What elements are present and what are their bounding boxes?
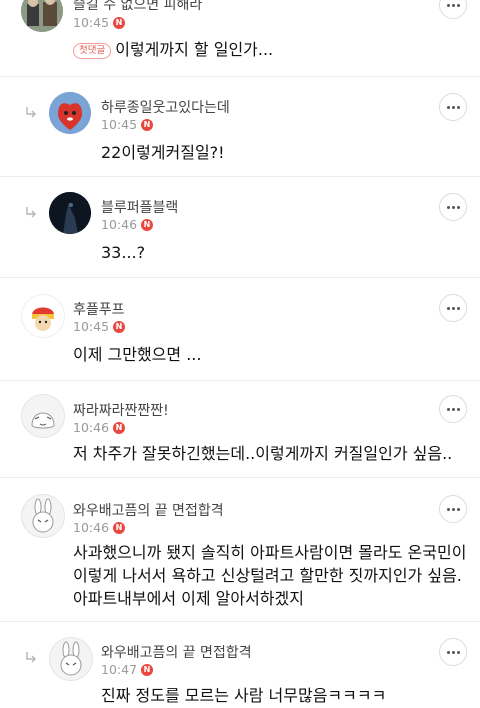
comment-body: 첫댓글 이렇게까지 할 일인가...: [73, 39, 273, 60]
comment-meta: 10:46 N: [73, 520, 126, 535]
new-badge: N: [141, 218, 154, 231]
comment-text-line: 아파트내부에서 이제 알아서하겠지: [73, 589, 304, 608]
avatar[interactable]: [21, 394, 65, 438]
comment-item: 짜라짜라짠짠짠! 10:46 N 저 차주가 잘못하긴했는데..이렇게까지 커질…: [0, 381, 480, 477]
comment-author[interactable]: 후플푸프: [73, 299, 125, 319]
more-options-button[interactable]: [439, 395, 467, 423]
comment-time: 10:46: [73, 420, 110, 435]
comment-author[interactable]: 하루종일웃고있다는데: [101, 97, 230, 117]
more-horizontal-icon: [446, 3, 450, 7]
new-badge: N: [113, 16, 126, 29]
reply-arrow-icon: [26, 207, 36, 218]
comment-reply: 하루종일웃고있다는데 10:45 N 22이렇게커질일?!: [0, 77, 480, 175]
comment-time: 10:47: [101, 662, 138, 677]
avatar[interactable]: [49, 192, 91, 234]
avatar[interactable]: [21, 494, 65, 538]
new-badge: N: [141, 663, 154, 676]
new-badge: N: [141, 118, 154, 131]
comment-author[interactable]: 와우배고픔의 끝 면접합격: [73, 500, 224, 520]
comment-text: 저 차주가 잘못하긴했는데..이렇게까지 커질일인가 싶음..: [73, 444, 453, 463]
comment-meta: 10:45 N: [73, 319, 126, 334]
new-badge: N: [113, 421, 126, 434]
more-options-button[interactable]: [439, 193, 467, 221]
comment-text-line: 이렇게 나서서 욕하고 신상털려고 할만한 짓까지인가 싶음.: [73, 566, 462, 585]
avatar[interactable]: [49, 637, 93, 681]
more-horizontal-icon: [446, 650, 450, 654]
comment-text-line: 사과했으니까 됐지 솔직히 아파트사람이면 몰라도 온국민이: [73, 543, 467, 562]
comment-time: 10:45: [73, 15, 110, 30]
comment-item: 와우배고픔의 끝 면접합격 10:46 N 사과했으니까 됐지 솔직히 아파트사…: [0, 478, 480, 621]
comment-item: 후플푸프 10:45 N 이제 그만했으면 ...: [0, 278, 480, 380]
avatar[interactable]: [21, 0, 63, 32]
comment-time: 10:45: [73, 319, 110, 334]
comment-text: 22이렇게커질일?!: [101, 143, 225, 162]
comment-author[interactable]: 블루퍼플블랙: [101, 197, 178, 217]
more-horizontal-icon: [446, 306, 450, 310]
comment-time: 10:45: [101, 117, 138, 132]
comment-text: 33...?: [101, 243, 146, 262]
comment-author[interactable]: 와우배고픔의 끝 면접합격: [101, 642, 252, 662]
comment-time: 10:46: [73, 520, 110, 535]
comment-item: 슬길 수 없으면 피해라 10:45 N 첫댓글 이렇게까지 할 일인가...: [0, 0, 480, 75]
more-options-button[interactable]: [439, 495, 467, 523]
more-options-button[interactable]: [439, 294, 467, 322]
comment-text: 이렇게까지 할 일인가...: [115, 40, 274, 59]
more-options-button[interactable]: [439, 638, 467, 666]
more-horizontal-icon: [446, 105, 450, 109]
comment-reply: 블루퍼플블랙 10:46 N 33...?: [0, 177, 480, 277]
more-options-button[interactable]: [439, 93, 467, 121]
comment-author[interactable]: 슬길 수 없으면 피해라: [73, 0, 202, 14]
avatar[interactable]: [49, 92, 91, 134]
comment-meta: 10:45 N: [73, 15, 126, 30]
comment-meta: 10:46 N: [73, 420, 126, 435]
new-badge: N: [113, 521, 126, 534]
more-horizontal-icon: [446, 407, 450, 411]
reply-arrow-icon: [26, 107, 36, 118]
comment-meta: 10:45 N: [101, 117, 154, 132]
reply-arrow-icon: [26, 652, 36, 663]
more-horizontal-icon: [446, 205, 450, 209]
first-comment-badge: 첫댓글: [73, 43, 112, 59]
more-horizontal-icon: [446, 507, 450, 511]
comment-time: 10:46: [101, 217, 138, 232]
comment-text: 진짜 정도를 모르는 사람 너무많음ㅋㅋㅋㅋ: [101, 686, 387, 705]
comment-meta: 10:47 N: [101, 662, 154, 677]
comment-author[interactable]: 짜라짜라짠짠짠!: [73, 400, 169, 420]
more-options-button[interactable]: [439, 0, 467, 19]
comment-reply: 와우배고픔의 끝 면접합격 10:47 N 진짜 정도를 모르는 사람 너무많음…: [0, 622, 480, 708]
comment-text: 이제 그만했으면 ...: [73, 345, 202, 364]
comment-meta: 10:46 N: [101, 217, 154, 232]
new-badge: N: [113, 320, 126, 333]
avatar[interactable]: [21, 294, 65, 338]
